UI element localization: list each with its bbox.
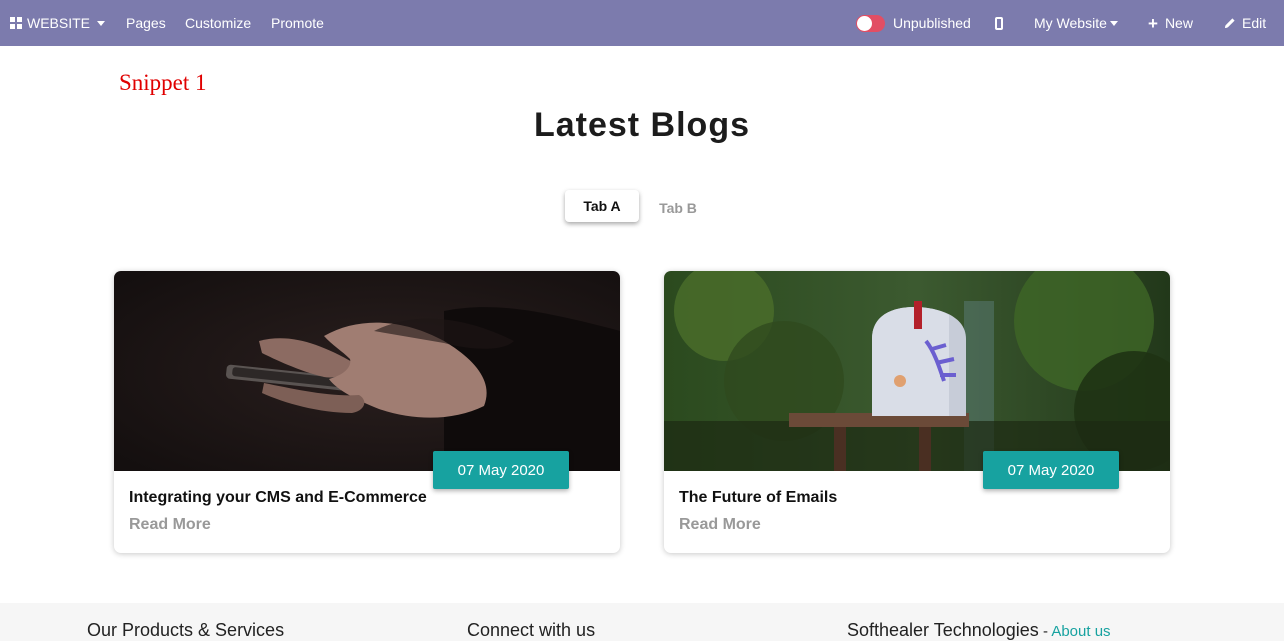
new-label: New — [1164, 15, 1193, 31]
footer-heading-company: Softhealer Technologies - About us — [847, 620, 1111, 641]
post-date-badge: 07 May 2020 — [983, 451, 1119, 489]
blog-card[interactable]: 07 May 2020 Integrating your CMS and E-C… — [114, 271, 620, 553]
footer-separator: - — [1038, 623, 1052, 640]
footer-heading-connect: Connect with us — [467, 620, 596, 640]
footer-heading-products: Our Products & Services — [87, 620, 285, 640]
website-menu[interactable]: WEBSITE — [10, 0, 106, 46]
footer-company-name: Softhealer Technologies — [847, 620, 1039, 640]
caret-down-icon — [1109, 20, 1118, 26]
mobile-phone-icon — [995, 16, 1003, 30]
new-button[interactable]: + New — [1148, 0, 1193, 46]
snippet-label: Snippet 1 — [119, 70, 207, 95]
apps-grid-icon — [10, 17, 22, 29]
page-title: Latest Blogs — [533, 106, 751, 144]
tab-a[interactable]: Tab A — [565, 190, 639, 222]
post-date-badge: 07 May 2020 — [433, 451, 569, 489]
edit-button[interactable]: Edit — [1210, 0, 1284, 46]
read-more-link[interactable]: Read More — [129, 516, 211, 534]
pencil-icon — [1224, 17, 1236, 29]
my-website-label: My Website — [1034, 15, 1107, 31]
mobile-preview-button[interactable] — [995, 0, 1003, 46]
toggle-switch-icon — [856, 14, 885, 32]
post-title[interactable]: The Future of Emails — [679, 489, 837, 507]
tab-b[interactable]: Tab B — [648, 192, 708, 224]
footer: Our Products & Services Connect with us … — [0, 603, 1284, 641]
my-website-menu[interactable]: My Website — [1034, 0, 1118, 46]
read-more-link[interactable]: Read More — [679, 516, 761, 534]
blog-image-smartphone[interactable] — [114, 271, 620, 471]
customize-menu[interactable]: Customize — [185, 0, 251, 46]
blog-image-mailbox[interactable] — [664, 271, 1170, 471]
publish-toggle[interactable]: Unpublished — [856, 0, 971, 46]
about-us-link[interactable]: About us — [1051, 623, 1110, 640]
edit-label: Edit — [1242, 15, 1267, 31]
post-title[interactable]: Integrating your CMS and E-Commerce — [129, 489, 427, 507]
publish-status-label: Unpublished — [893, 15, 971, 31]
plus-icon: + — [1148, 13, 1158, 33]
blog-card[interactable]: 07 May 2020 The Future of Emails Read Mo… — [664, 271, 1170, 553]
pages-menu[interactable]: Pages — [126, 0, 166, 46]
website-navbar: WEBSITE Pages Customize Promote Unpublis… — [0, 0, 1284, 46]
caret-down-icon — [97, 20, 106, 26]
website-menu-label: WEBSITE — [27, 15, 91, 31]
promote-menu[interactable]: Promote — [271, 0, 324, 46]
